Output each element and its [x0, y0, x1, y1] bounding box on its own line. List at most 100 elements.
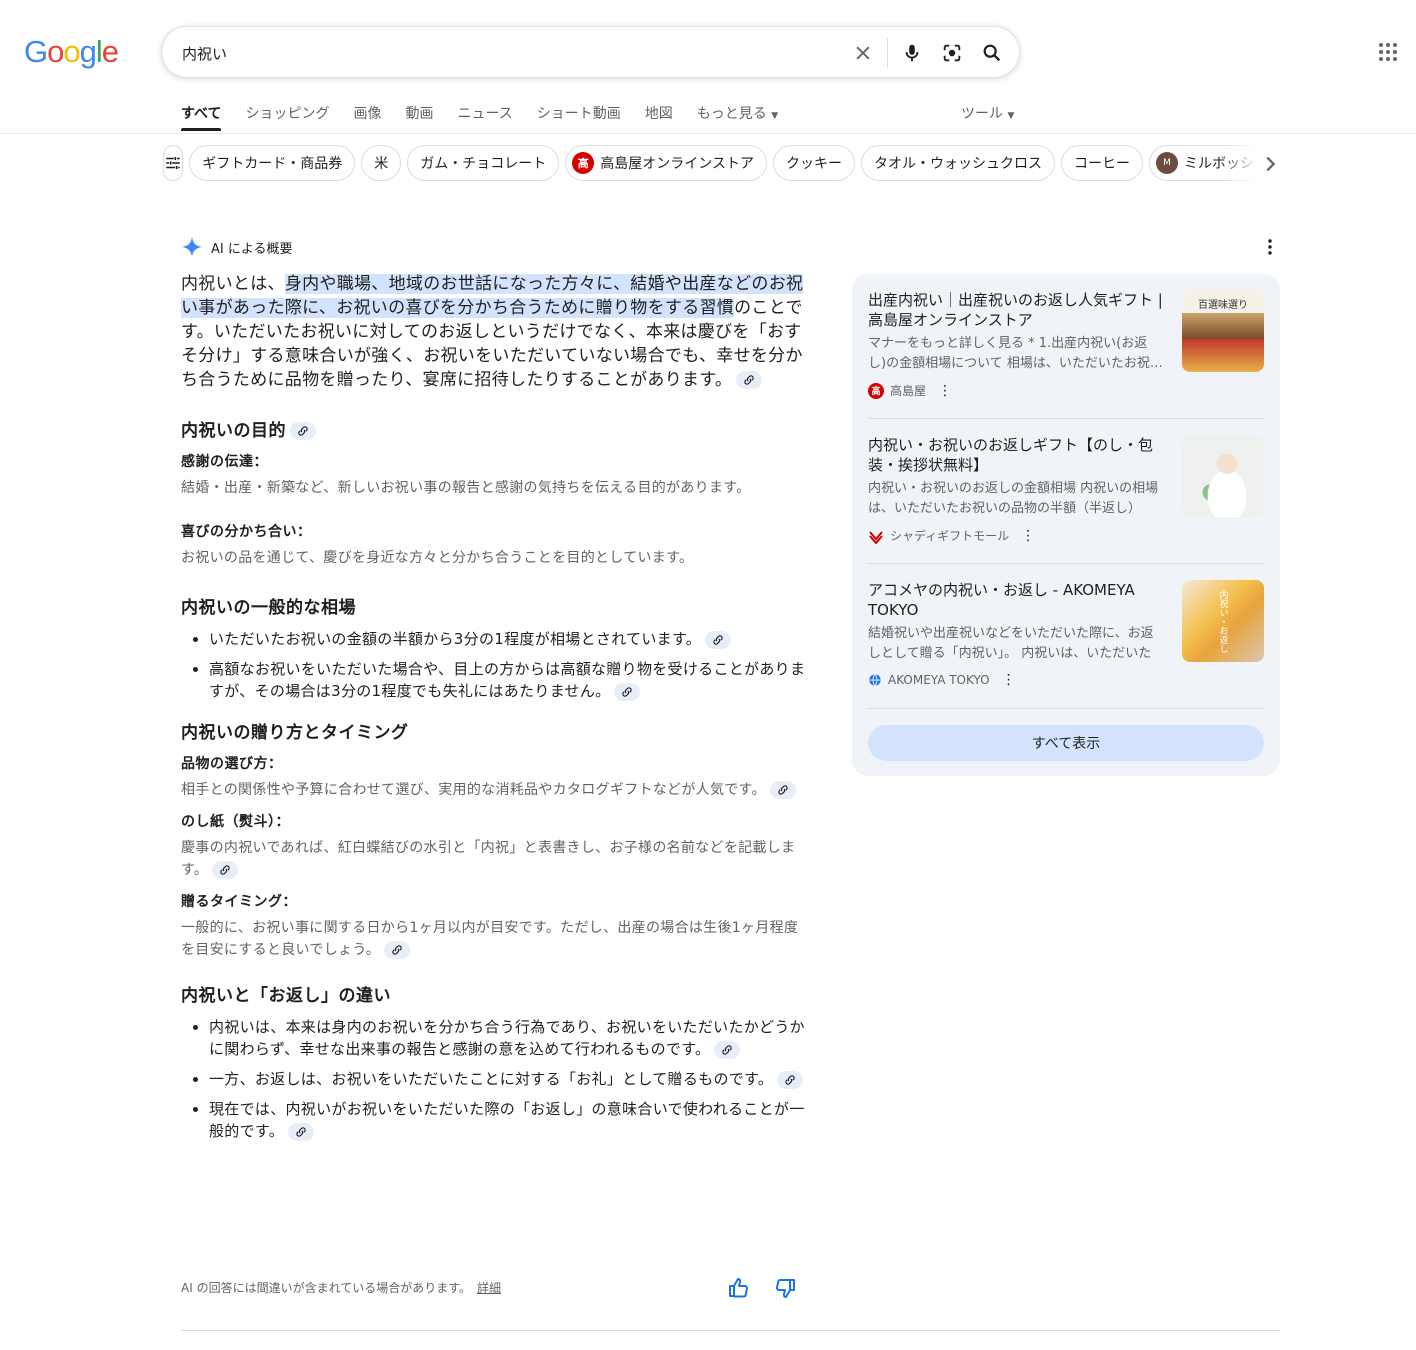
more-options-icon[interactable]: ⋮	[938, 383, 952, 399]
tab-images[interactable]: 画像	[353, 103, 381, 133]
ai-overview-content: 内祝いとは、身内や職場、地域のお世話になった方々に、結婚や出産などのお祝い事があ…	[181, 272, 811, 1150]
tab-all[interactable]: すべて	[181, 103, 222, 133]
chip-takashimaya[interactable]: 高 高島屋オンラインストア	[565, 145, 767, 181]
google-logo[interactable]: Google	[24, 34, 119, 70]
chip-rice[interactable]: 米	[361, 145, 402, 181]
item-label: のし紙（熨斗）：	[181, 814, 290, 830]
list-item: 内祝いは、本来は身内のお祝いを分かち合う行為であり、お祝いをいただいたかどうかに…	[209, 1016, 811, 1060]
section-title-text: 内祝いの目的	[181, 421, 286, 441]
filter-chip[interactable]	[163, 145, 184, 181]
tab-news[interactable]: ニュース	[457, 103, 512, 133]
tab-short-videos[interactable]: ショート動画	[537, 103, 621, 133]
lens-icon[interactable]	[938, 39, 966, 67]
tab-shopping[interactable]: ショッピング	[245, 103, 329, 133]
tools-menu[interactable]: ツール ▼	[961, 103, 1014, 123]
section-title: 内祝いと「お返し」の違い	[181, 986, 391, 1006]
sliders-icon	[166, 157, 180, 169]
source-title: 出産内祝い｜出産祝いのお返し人気ギフト | 高島屋オンラインストア	[868, 291, 1163, 329]
chip-gift-card[interactable]: ギフトカード・商品券	[189, 145, 356, 181]
more-options-icon[interactable]	[1262, 238, 1278, 260]
source-card[interactable]: アコメヤの内祝い・お返し - AKOMEYA TOKYO 結婚祝いや出産祝いなど…	[868, 580, 1264, 688]
source-site-name: 高島屋	[890, 384, 927, 398]
list-item: 現在では、内祝いがお祝いをいただいた際の「お返し」の意味合いで使われることが一般…	[209, 1098, 811, 1142]
clear-icon[interactable]	[849, 39, 877, 67]
citation-link-icon[interactable]	[705, 630, 732, 649]
citation-link-icon[interactable]	[736, 371, 763, 389]
source-card[interactable]: 出産内祝い｜出産祝いのお返し人気ギフト | 高島屋オンラインストア マナーをもっ…	[868, 290, 1264, 399]
item-label: 贈るタイミング：	[181, 894, 297, 910]
search-box	[161, 26, 1020, 78]
citation-link-icon[interactable]	[212, 861, 239, 879]
list-item-text: 高額なお祝いをいただいた場合や、目上の方からは高額な贈り物を受けることがあります…	[209, 660, 806, 700]
thumbs-up-icon[interactable]	[727, 1276, 751, 1304]
citation-link-icon[interactable]	[769, 781, 796, 799]
list-item: 一方、お返しは、お祝いをいただいたことに対する「お礼」として贈るものです。	[209, 1068, 811, 1090]
milbosch-logo-icon: M	[1156, 152, 1178, 174]
tools-label: ツール	[961, 106, 1003, 122]
tab-videos[interactable]: 動画	[405, 103, 433, 133]
section-title: 内祝いの目的	[181, 416, 811, 441]
section-title: 内祝いの贈り方とタイミング	[181, 723, 409, 743]
citation-link-icon[interactable]	[777, 1070, 804, 1089]
source-divider	[868, 563, 1264, 564]
search-tabs: すべて ショッピング 画像 動画 ニュース ショート動画 地図 もっと見る ▼	[181, 103, 802, 133]
ai-disclaimer: AI の回答には間違いが含まれている場合があります。 詳細	[181, 1279, 811, 1296]
sparkle-icon	[181, 236, 203, 258]
shaddy-favicon-icon	[869, 530, 883, 544]
chevron-right-icon	[1266, 156, 1276, 172]
mic-icon[interactable]	[898, 39, 926, 67]
source-card[interactable]: 内祝い・お祝いのお返しギフト【のし・包装・挨拶状無料】 内祝い・お祝いのお返しの…	[868, 435, 1264, 544]
source-snippet: 結婚祝いや出産祝いなどをいただいた際に、お返しとして贈る「内祝い」。 内祝いは、…	[868, 626, 1154, 661]
citation-link-icon[interactable]	[384, 941, 411, 959]
header-divider	[0, 133, 1416, 134]
citation-link-icon[interactable]	[290, 422, 316, 440]
chip-gum-chocolate[interactable]: ガム・チョコレート	[407, 145, 560, 181]
more-options-icon[interactable]: ⋮	[1002, 672, 1016, 688]
chip-towel[interactable]: タオル・ウォッシュクロス	[861, 145, 1055, 181]
show-all-button[interactable]: すべて表示	[868, 725, 1264, 761]
citation-link-icon[interactable]	[288, 1122, 315, 1141]
globe-icon	[869, 674, 881, 687]
item-label: 品物の選び方：	[181, 756, 283, 772]
list-item-text: いただいたお祝いの金額の半額から3分の1程度が相場とされています。	[209, 630, 702, 648]
list-item: 高額なお祝いをいただいた場合や、目上の方からは高額な贈り物を受けることがあります…	[209, 658, 811, 702]
source-site-name: AKOMEYA TOKYO	[888, 673, 990, 687]
thumbnail-caption: 内祝い・お返し	[1217, 589, 1228, 653]
source-title: アコメヤの内祝い・お返し - AKOMEYA TOKYO	[868, 581, 1135, 619]
tab-more-label: もっと見る	[696, 106, 767, 122]
item-label: 喜びの分かち合い：	[181, 524, 312, 540]
takashimaya-favicon-icon: 高	[868, 382, 884, 399]
source-thumbnail	[1182, 435, 1264, 517]
bullet-list: いただいたお祝いの金額の半額から3分の1程度が相場とされています。 高額なお祝い…	[209, 628, 811, 702]
item-text: お祝いの品を通じて、慶びを身近な方々と分かち合うことを目的としています。	[181, 550, 694, 566]
chip-cookie[interactable]: クッキー	[773, 145, 855, 181]
citation-link-icon[interactable]	[614, 682, 641, 701]
section-title: 内祝いの一般的な相場	[181, 598, 356, 618]
item-text: 相手との関係性や予算に合わせて選び、実用的な消耗品やカタログギフトなどが人気です…	[181, 779, 811, 801]
source-thumbnail: 百選味選り	[1182, 290, 1264, 372]
more-options-icon[interactable]: ⋮	[1021, 528, 1035, 544]
apps-grid-icon[interactable]	[1376, 40, 1400, 64]
item-text: 一般的に、お祝い事に関する日から1ヶ月以内が目安です。ただし、出産の場合は生後1…	[181, 917, 811, 961]
search-input[interactable]	[182, 41, 822, 65]
chevron-down-icon: ▼	[1007, 111, 1015, 121]
source-site: シャディギフトモール ⋮	[868, 527, 1264, 544]
chevron-down-icon: ▼	[771, 111, 779, 121]
list-item-text: 一方、お返しは、お祝いをいただいたことに対する「お礼」として贈るものです。	[209, 1070, 774, 1088]
source-divider	[868, 708, 1264, 709]
thumbs-down-icon[interactable]	[773, 1276, 797, 1304]
chip-coffee[interactable]: コーヒー	[1061, 145, 1143, 181]
source-title: 内祝い・お祝いのお返しギフト【のし・包装・挨拶状無料】	[868, 436, 1154, 474]
citation-link-icon[interactable]	[714, 1040, 741, 1059]
search-divider	[887, 38, 888, 68]
disclaimer-text: AI の回答には間違いが含まれている場合があります。	[181, 1281, 472, 1295]
ai-overview-title: AI による概要	[211, 241, 293, 257]
search-icon[interactable]	[978, 39, 1006, 67]
tab-maps[interactable]: 地図	[645, 103, 673, 133]
source-divider	[868, 418, 1264, 419]
tab-more[interactable]: もっと見る ▼	[697, 103, 778, 133]
details-link[interactable]: 詳細	[477, 1279, 501, 1296]
chips-scroll-right[interactable]	[1221, 145, 1281, 183]
section-divider	[181, 1330, 1280, 1331]
ai-overview-header: AI による概要	[181, 236, 292, 258]
